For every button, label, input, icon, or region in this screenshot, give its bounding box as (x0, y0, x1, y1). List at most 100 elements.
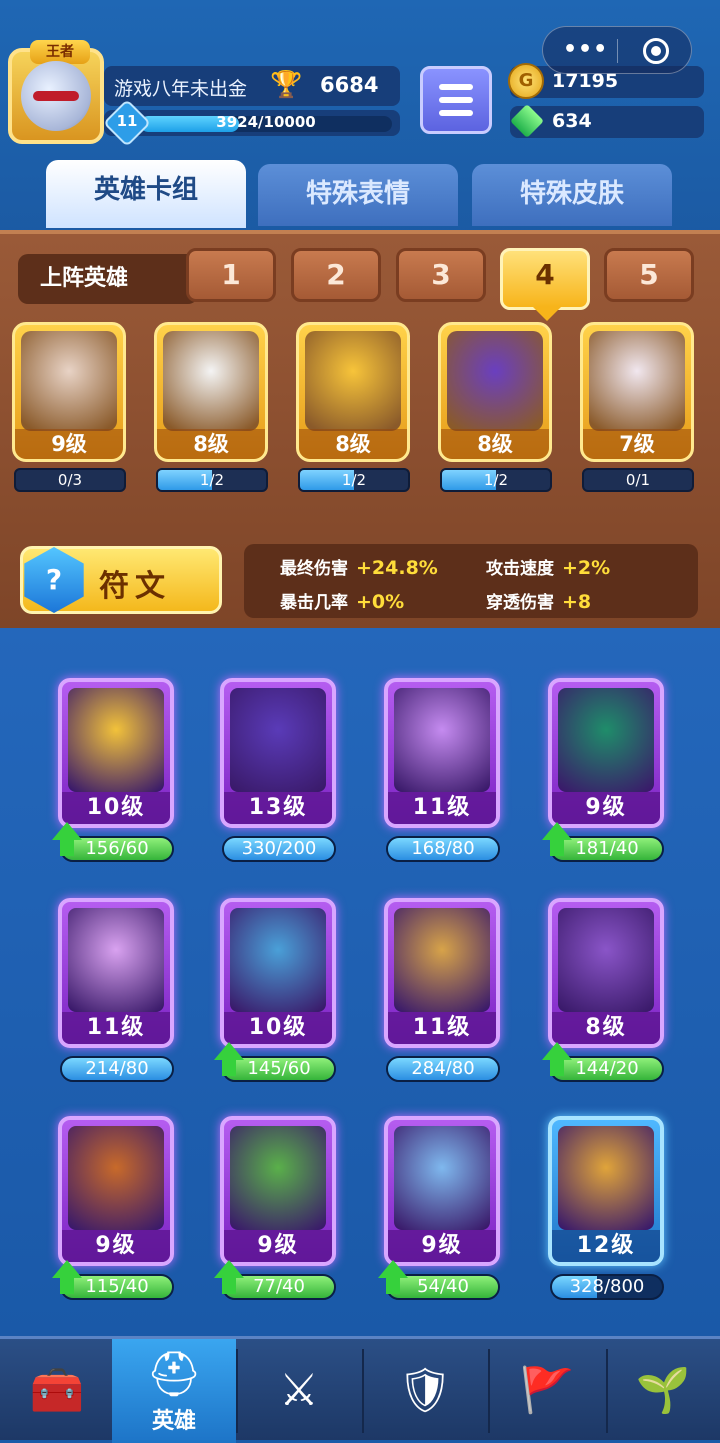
hero-portrait (558, 688, 654, 792)
nav-item-island[interactable]: 🌱 (608, 1339, 718, 1443)
hero-card[interactable]: 9级 54/40 (378, 1116, 504, 1312)
card-frame: 11级 (384, 898, 500, 1048)
nav-divider (362, 1349, 364, 1433)
xp-text: 3924/10000 (216, 113, 316, 131)
gem-icon (510, 104, 544, 138)
hero-frame: 8级 (154, 322, 268, 462)
hero-card[interactable]: 11级 284/80 (380, 898, 504, 1094)
more-options-icon[interactable]: ••• (563, 37, 608, 62)
rune-button[interactable]: ? 符文 (20, 546, 222, 614)
progress-text: 284/80 (411, 1058, 475, 1079)
stat-crit-rate: 暴击几率 +0% (280, 591, 405, 613)
upgrade-arrow-icon (542, 1042, 572, 1082)
hero-card[interactable]: 8级 144/20 (542, 898, 668, 1094)
card-frame: 9级 (220, 1116, 336, 1266)
hamburger-icon-bar (439, 110, 473, 116)
nav-item-shop[interactable]: 🧰 (2, 1339, 112, 1443)
progress-text: 214/80 (85, 1058, 149, 1079)
hero-card[interactable]: 9级 181/40 (542, 678, 668, 874)
card-progress: 168/80 (386, 836, 500, 862)
card-level: 9级 (62, 1230, 170, 1262)
hero-portrait (394, 1126, 490, 1230)
nav-item-battle[interactable]: ⚔ (244, 1339, 354, 1443)
hero-card-grid: 10级 156/60 13级 330/200 11级 168/80 9级 181/40 11级 2… (0, 628, 720, 1336)
card-level: 10级 (62, 792, 170, 824)
hero-level: 9级 (15, 429, 123, 459)
lineup-slot-3[interactable]: 3 (396, 248, 486, 302)
lineup-label: 上阵英雄 (18, 254, 198, 304)
hero-card-progress: 1/2 (156, 468, 268, 492)
sprout-island-icon: 🌱 (635, 1365, 691, 1416)
card-frame: 10级 (220, 898, 336, 1048)
hero-card[interactable]: 10级 145/60 (214, 898, 340, 1094)
upgrade-arrow-icon (214, 1042, 244, 1082)
lineup-hero-card[interactable]: 8级 1/2 (432, 318, 556, 508)
hero-level: 7级 (583, 429, 691, 459)
hero-card-progress: 0/1 (582, 468, 694, 492)
card-level: 9级 (224, 1230, 332, 1262)
nav-item-guild[interactable]: 🚩 (492, 1339, 602, 1443)
hero-card[interactable]: 9级 115/40 (52, 1116, 178, 1312)
hero-portrait (21, 331, 117, 431)
hero-portrait (305, 331, 401, 431)
lineup-hero-card[interactable]: 8级 1/2 (148, 318, 272, 508)
progress-text: 1/2 (483, 471, 509, 489)
lineup-slot-1[interactable]: 1 (186, 248, 276, 302)
lineup-slot-2[interactable]: 2 (291, 248, 381, 302)
hero-card-progress: 1/2 (298, 468, 410, 492)
nav-item-rank[interactable]: 🛡 (370, 1339, 480, 1443)
hero-card[interactable]: 9级 77/40 (214, 1116, 340, 1312)
knight-helmet-icon: ⛑ (146, 1349, 202, 1400)
card-level: 11级 (388, 1012, 496, 1044)
card-progress: 214/80 (60, 1056, 174, 1082)
hero-portrait (68, 1126, 164, 1230)
menu-button[interactable] (420, 66, 492, 134)
nav-item-heroes[interactable]: ⛑ 英雄 (112, 1339, 236, 1443)
card-progress: 284/80 (386, 1056, 500, 1082)
hero-card[interactable]: 10级 156/60 (52, 678, 178, 874)
card-level: 11级 (62, 1012, 170, 1044)
close-target-icon[interactable] (643, 38, 669, 64)
card-progress: 330/200 (222, 836, 336, 862)
lineup-hero-card[interactable]: 9级 0/3 (6, 318, 130, 508)
hero-portrait (230, 1126, 326, 1230)
card-frame: 11级 (384, 678, 500, 828)
hero-portrait (558, 1126, 654, 1230)
hero-portrait (163, 331, 259, 431)
tab-special-emotes[interactable]: 特殊表情 (258, 164, 458, 226)
hero-level: 8级 (157, 429, 265, 459)
tab-special-skins[interactable]: 特殊皮肤 (472, 164, 672, 226)
card-frame: 12级 (548, 1116, 664, 1266)
hero-level: 8级 (441, 429, 549, 459)
card-level: 9级 (552, 792, 660, 824)
hero-card[interactable]: 11级 214/80 (54, 898, 178, 1094)
card-level: 9级 (388, 1230, 496, 1262)
player-name: 游戏八年未出金 (114, 78, 248, 100)
card-level: 11级 (388, 792, 496, 824)
lineup-slot-4[interactable]: 4 (500, 248, 590, 321)
upgrade-arrow-icon (378, 1260, 408, 1300)
card-frame: 8级 (548, 898, 664, 1048)
card-frame: 9级 (58, 1116, 174, 1266)
lineup-hero-card[interactable]: 7级 0/1 (574, 318, 698, 508)
hero-frame: 9级 (12, 322, 126, 462)
stat-attack-speed: 攻击速度 +2% (486, 557, 611, 579)
player-info-panel: 游戏八年未出金 🏆 6684 (104, 66, 400, 106)
hero-card[interactable]: 11级 168/80 (380, 678, 504, 874)
gem-amount: 634 (552, 110, 592, 132)
hero-portrait (558, 908, 654, 1012)
progress-text: 168/80 (411, 838, 475, 859)
card-frame: 11级 (58, 898, 174, 1048)
card-level: 10级 (224, 1012, 332, 1044)
hero-card[interactable]: 13级 330/200 (216, 678, 340, 874)
lineup-slot-5[interactable]: 5 (604, 248, 694, 302)
hero-portrait (394, 908, 490, 1012)
card-level: 8级 (552, 1012, 660, 1044)
hero-card[interactable]: 12级 328/800 (544, 1116, 668, 1312)
gem-counter[interactable]: 634 (510, 104, 704, 138)
tab-hero-deck[interactable]: 英雄卡组 (46, 160, 246, 228)
lineup-hero-card[interactable]: 8级 1/2 (290, 318, 414, 508)
card-progress: 328/800 (550, 1274, 664, 1300)
hero-portrait (230, 688, 326, 792)
player-avatar[interactable]: 王者 (8, 40, 104, 144)
